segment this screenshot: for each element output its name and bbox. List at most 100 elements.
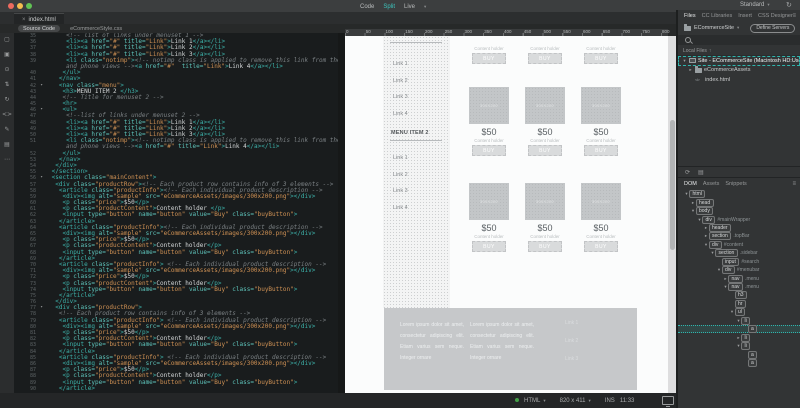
dom-tag-pill[interactable]: div [709,241,722,249]
fold-arrow[interactable]: ▾ [40,83,43,89]
open-documents-icon[interactable]: ▣ [4,52,10,58]
dom-tag-pill[interactable]: body [696,207,714,215]
sidebar-link[interactable]: Link 4 [393,205,408,211]
fold-arrow[interactable]: ▾ [40,175,43,181]
cc-sync-icon[interactable]: ↻ [786,2,792,10]
dom-tag-pill[interactable]: h3 [735,291,748,299]
live-view-dropdown-icon[interactable]: ▾ [424,4,426,10]
live-view-button[interactable]: Live [404,4,415,10]
dom-tree-item[interactable]: ▸header [678,224,800,232]
dom-tag-pill[interactable]: a [748,325,758,333]
footer-link[interactable]: Link 2 [565,338,578,344]
new-file-icon[interactable]: ▢ [4,37,10,43]
dom-tree-item[interactable]: ▸head [678,198,800,206]
close-tab-icon[interactable]: × [22,17,26,23]
panel-menu-icon[interactable]: ≡ [792,181,796,187]
window-size-selector[interactable]: 820 x 411 [560,398,586,404]
code-navigator-icon[interactable]: <> [2,112,12,118]
dom-tree-item[interactable]: ▾li [678,317,800,325]
caret-closed-icon[interactable]: ▸ [704,233,709,239]
sidebar-link[interactable]: Link 4 [393,111,408,117]
edit-icon[interactable]: ✎ [4,127,9,133]
dom-tree-item[interactable]: ▾div#content [678,241,800,249]
local-files-header[interactable]: Local Files ↑ [678,46,800,56]
tab-files[interactable]: Files [684,13,696,19]
fold-arrow[interactable]: ▾ [40,305,43,311]
sidebar-link[interactable]: Link 3 [393,188,408,194]
css-file-button[interactable]: eCommerceStyle.css [70,26,122,32]
dom-tag-pill[interactable]: head [696,199,714,207]
caret-closed-icon[interactable]: ▸ [704,225,709,231]
dom-tree-item[interactable]: ▾html [678,190,800,198]
zoom-window-icon[interactable] [26,3,32,9]
source-code-button[interactable]: Source Code [18,25,60,32]
dom-tree-item[interactable]: ▾body [678,207,800,215]
buy-button[interactable]: BUY [472,53,506,64]
split-view-button[interactable]: Split [383,4,395,10]
dom-tag-pill[interactable]: li [741,342,750,350]
tab-css-designer[interactable]: CSS Designer [758,13,793,19]
buy-button[interactable]: BUY [472,241,506,252]
buy-button[interactable]: BUY [584,145,618,156]
device-preview-icon[interactable] [662,396,674,405]
dom-tag-pill[interactable]: nav [728,275,743,283]
caret-closed-icon[interactable]: ▸ [691,200,696,206]
site-dropdown-caret-icon[interactable]: ▾ [737,25,739,31]
find-icon[interactable]: ⊙ [4,67,9,73]
tab-dom[interactable]: DOM [684,181,697,187]
dom-tag-pill[interactable]: html [689,190,705,198]
dom-tree-item[interactable]: ▸li [678,333,800,341]
panel-menu-icon[interactable]: ≡ [792,13,796,19]
dom-tag-pill[interactable]: li [741,334,750,342]
dom-tag-pill[interactable]: section [715,249,738,257]
dom-tree-item[interactable]: ▾ul [678,308,800,316]
dom-tree-item[interactable]: ▸nav.menu [678,274,800,282]
get-put-files-icon[interactable]: ⇅ [4,82,9,88]
dom-tag-pill[interactable]: section [709,232,732,240]
buy-button[interactable]: BUY [528,241,562,252]
dom-tree-item[interactable]: ▾div#mainWrapper [678,215,800,223]
caret-open-icon[interactable]: ▾ [691,208,696,214]
code-scrollbar[interactable] [338,33,345,393]
tab-assets[interactable]: Assets [703,181,720,187]
dom-tag-pill[interactable]: li [741,317,750,325]
workspace-switcher[interactable]: Standard ▾ [740,2,770,8]
snippets-icon[interactable]: ▤ [4,142,10,148]
site-dropdown[interactable]: ECommerceSite [694,25,734,31]
tab-cc-libraries[interactable]: CC Libraries [702,13,733,19]
close-window-icon[interactable] [8,3,14,9]
fold-arrow[interactable]: ▾ [40,107,43,113]
file-tree-item[interactable]: ▾Site - ECommerceSite (Macintosh HD:User… [678,56,800,66]
define-servers-button[interactable]: Define Servers [750,24,795,33]
caret-closed-icon[interactable]: ▸ [688,67,693,73]
caret-open-icon[interactable]: ▾ [730,309,735,315]
dom-tree-item[interactable]: input#search [678,258,800,266]
sidebar-link[interactable]: Link 3 [393,94,408,100]
dom-tag-pill[interactable]: hr [735,300,746,308]
refresh-icon[interactable]: ↻ [4,97,9,103]
dom-tag-pill[interactable]: nav [728,283,743,291]
buy-button[interactable]: BUY [528,53,562,64]
dom-tree-item[interactable]: ▾nav.menu [678,283,800,291]
more-icon[interactable]: ⋯ [4,157,10,163]
dom-tree-item[interactable]: ▾li [678,342,800,350]
dom-tag-pill[interactable]: a [748,359,758,367]
code-editor[interactable]: 35 <!-- list of links under menuset 1 --… [14,33,338,393]
caret-open-icon[interactable]: ▾ [717,267,722,273]
buy-button[interactable]: BUY [584,241,618,252]
dom-tag-pill[interactable]: input [722,258,740,266]
refresh-files-icon[interactable]: ⟳ [685,169,690,176]
dom-tag-pill[interactable]: div [722,266,735,274]
code-view-button[interactable]: Code [360,4,374,10]
sidebar-link[interactable]: Link 1 [393,155,408,161]
footer-link[interactable]: Link 1 [565,320,578,326]
sidebar-link[interactable]: Link 2 [393,78,408,84]
tab-insert[interactable]: Insert [738,13,752,19]
file-tree-item[interactable]: </>index.html [678,75,800,85]
live-view-scrollbar-thumb[interactable] [670,120,675,250]
sidebar-link[interactable]: Link 2 [393,172,408,178]
dom-tree-item[interactable]: a [678,325,800,333]
doc-type-selector[interactable]: HTML [524,398,540,404]
dom-tag-pill[interactable]: header [709,224,732,232]
tab-snippets[interactable]: Snippets [725,181,746,187]
